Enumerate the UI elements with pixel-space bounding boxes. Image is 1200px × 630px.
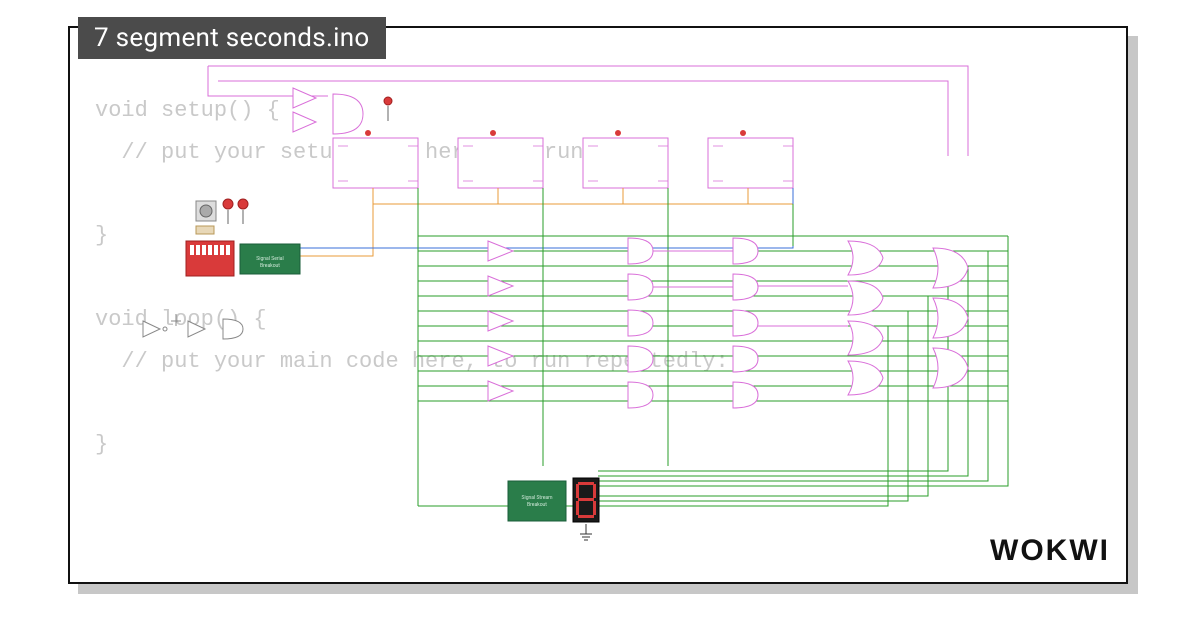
file-title: 7 segment seconds.ino [94,23,370,53]
preview-card [68,26,1128,584]
brand-logo: WOKWI [990,534,1110,568]
file-title-tab: 7 segment seconds.ino [78,17,386,59]
